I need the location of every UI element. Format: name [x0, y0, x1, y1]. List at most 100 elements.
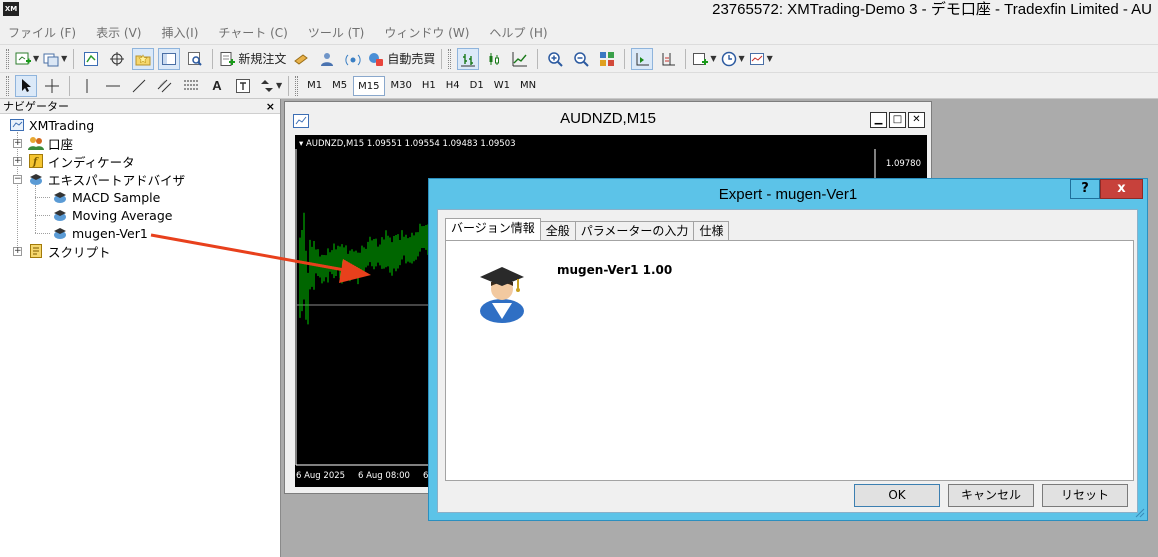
signals-button[interactable]: [342, 48, 364, 70]
menu-file[interactable]: ファイル (F): [8, 24, 76, 41]
text-tool-icon: A: [212, 77, 222, 93]
timeframe-w1[interactable]: W1: [490, 76, 514, 96]
arrows-button[interactable]: ▼: [258, 75, 282, 97]
new-order-button[interactable]: 新規注文: [219, 48, 286, 70]
line-chart-icon: [512, 51, 528, 67]
timeframe-m30[interactable]: M30: [387, 76, 416, 96]
dialog-body: バージョン情報 全般 パラメーターの入力 仕様 mugen-Ver1 1.00 …: [437, 209, 1138, 513]
indicators-button[interactable]: ▼: [692, 48, 717, 70]
fibonacci-button[interactable]: [180, 75, 202, 97]
menu-insert[interactable]: 挿入(I): [161, 24, 198, 41]
trendline-button[interactable]: [128, 75, 150, 97]
tab-input-parameters[interactable]: パラメーターの入力: [574, 221, 695, 240]
candle-series: [299, 212, 439, 325]
toolbar-grip[interactable]: [448, 48, 452, 69]
line-chart-button[interactable]: [509, 48, 531, 70]
expand-indicators-icon[interactable]: +: [13, 157, 22, 166]
periods-button[interactable]: ▼: [721, 48, 745, 70]
collapse-experts-icon[interactable]: −: [13, 175, 22, 184]
menu-view[interactable]: 表示 (V): [96, 24, 141, 41]
tree-item-accounts[interactable]: 口座: [28, 134, 73, 152]
close-chart-button[interactable]: ✕: [908, 112, 925, 128]
horizontal-line-button[interactable]: [102, 75, 124, 97]
expert-advisors-icon: [28, 171, 44, 187]
price-axis-label: 1.09780: [885, 159, 921, 169]
tree-item-expert-advisors[interactable]: エキスパートアドバイザ: [28, 170, 185, 188]
cursor-button[interactable]: [15, 74, 37, 97]
auto-scroll-button[interactable]: [631, 47, 654, 70]
tree-item-mugen-ver1[interactable]: mugen-Ver1: [52, 224, 148, 242]
toolbar-grip[interactable]: [295, 75, 299, 96]
chart-shift-button[interactable]: [657, 48, 679, 70]
profiles-button[interactable]: ▼: [43, 48, 67, 70]
chart-titlebar[interactable]: AUDNZD,M15 ▁ □ ✕: [285, 102, 931, 135]
toolbar-separator: [73, 48, 75, 69]
timeframe-d1[interactable]: D1: [466, 76, 488, 96]
tree-item-xmtrading[interactable]: XMTrading: [9, 116, 94, 134]
timeframe-m15[interactable]: M15: [353, 75, 385, 96]
tree-item-macd-sample[interactable]: MACD Sample: [52, 188, 160, 206]
metaeditor-button[interactable]: [290, 48, 312, 70]
tree-item-moving-average[interactable]: Moving Average: [52, 206, 172, 224]
menu-help[interactable]: ヘルプ (H): [489, 24, 547, 41]
template-icon: [749, 51, 765, 67]
zoom-in-button[interactable]: [544, 48, 566, 70]
tab-specification[interactable]: 仕様: [693, 221, 730, 240]
menu-chart[interactable]: チャート (C): [218, 24, 287, 41]
equidistant-channel-button[interactable]: [154, 75, 176, 97]
tree-item-label: スクリプト: [48, 244, 111, 260]
expert-hat-icon: [52, 225, 68, 241]
data-window-button[interactable]: [106, 48, 128, 70]
navigator-button[interactable]: [132, 47, 155, 70]
zoom-out-button[interactable]: [570, 48, 592, 70]
toolbar-grip[interactable]: [6, 75, 9, 96]
tree-item-label: MACD Sample: [72, 189, 161, 205]
terminal-icon: [161, 51, 177, 67]
crosshair-button[interactable]: [41, 75, 63, 97]
tab-version-info[interactable]: バージョン情報: [445, 218, 541, 240]
tree-item-scripts[interactable]: スクリプト: [28, 242, 111, 260]
timeframe-h1[interactable]: H1: [418, 76, 440, 96]
timeframe-mn[interactable]: MN: [516, 76, 540, 96]
bar-chart-button[interactable]: [457, 47, 480, 70]
maximize-button[interactable]: □: [889, 112, 906, 128]
menu-tools[interactable]: ツール (T): [308, 24, 365, 41]
reset-button[interactable]: リセット: [1042, 484, 1128, 507]
timeframe-m1[interactable]: M1: [303, 76, 326, 96]
help-button[interactable]: ?: [1070, 179, 1100, 199]
cancel-button[interactable]: キャンセル: [948, 484, 1034, 507]
auto-trading-button[interactable]: 自動売買: [368, 48, 435, 70]
text-label-button[interactable]: [232, 75, 254, 97]
expand-accounts-icon[interactable]: +: [13, 139, 22, 148]
new-chart-button[interactable]: ▼: [15, 48, 39, 70]
expand-scripts-icon[interactable]: +: [13, 247, 22, 256]
text-button[interactable]: A: [206, 75, 228, 97]
strategy-tester-button[interactable]: [184, 48, 206, 70]
toolbar-grip[interactable]: [6, 48, 9, 69]
vertical-line-button[interactable]: [76, 75, 98, 97]
terminal-button[interactable]: [158, 47, 181, 70]
toolbar-separator: [212, 48, 214, 69]
timeframe-m5[interactable]: M5: [328, 76, 351, 96]
time-axis-label: 6 Aug 08:00: [358, 471, 410, 481]
account-button[interactable]: [316, 48, 338, 70]
tab-general[interactable]: 全般: [539, 221, 576, 240]
tree-item-indicators[interactable]: f インディケータ: [28, 152, 135, 170]
ok-button[interactable]: OK: [854, 484, 940, 507]
arrows-icon: [258, 78, 274, 94]
navigator-close-button[interactable]: ×: [266, 99, 275, 114]
candlestick-button[interactable]: [483, 48, 505, 70]
text-label-icon: [235, 78, 251, 94]
minimize-button[interactable]: ▁: [870, 112, 887, 128]
menu-window[interactable]: ウィンドウ (W): [384, 24, 469, 41]
new-chart-icon: [15, 51, 31, 67]
templates-button[interactable]: ▼: [749, 48, 773, 70]
channel-icon: [157, 78, 173, 94]
resize-grip-icon[interactable]: [1135, 508, 1145, 518]
dialog-close-button[interactable]: x: [1100, 179, 1143, 199]
market-watch-button[interactable]: [80, 48, 102, 70]
timeframe-h4[interactable]: H4: [442, 76, 464, 96]
user-icon: [319, 51, 335, 67]
tile-windows-button[interactable]: [596, 48, 618, 70]
chevron-down-icon: ▼: [61, 54, 68, 63]
